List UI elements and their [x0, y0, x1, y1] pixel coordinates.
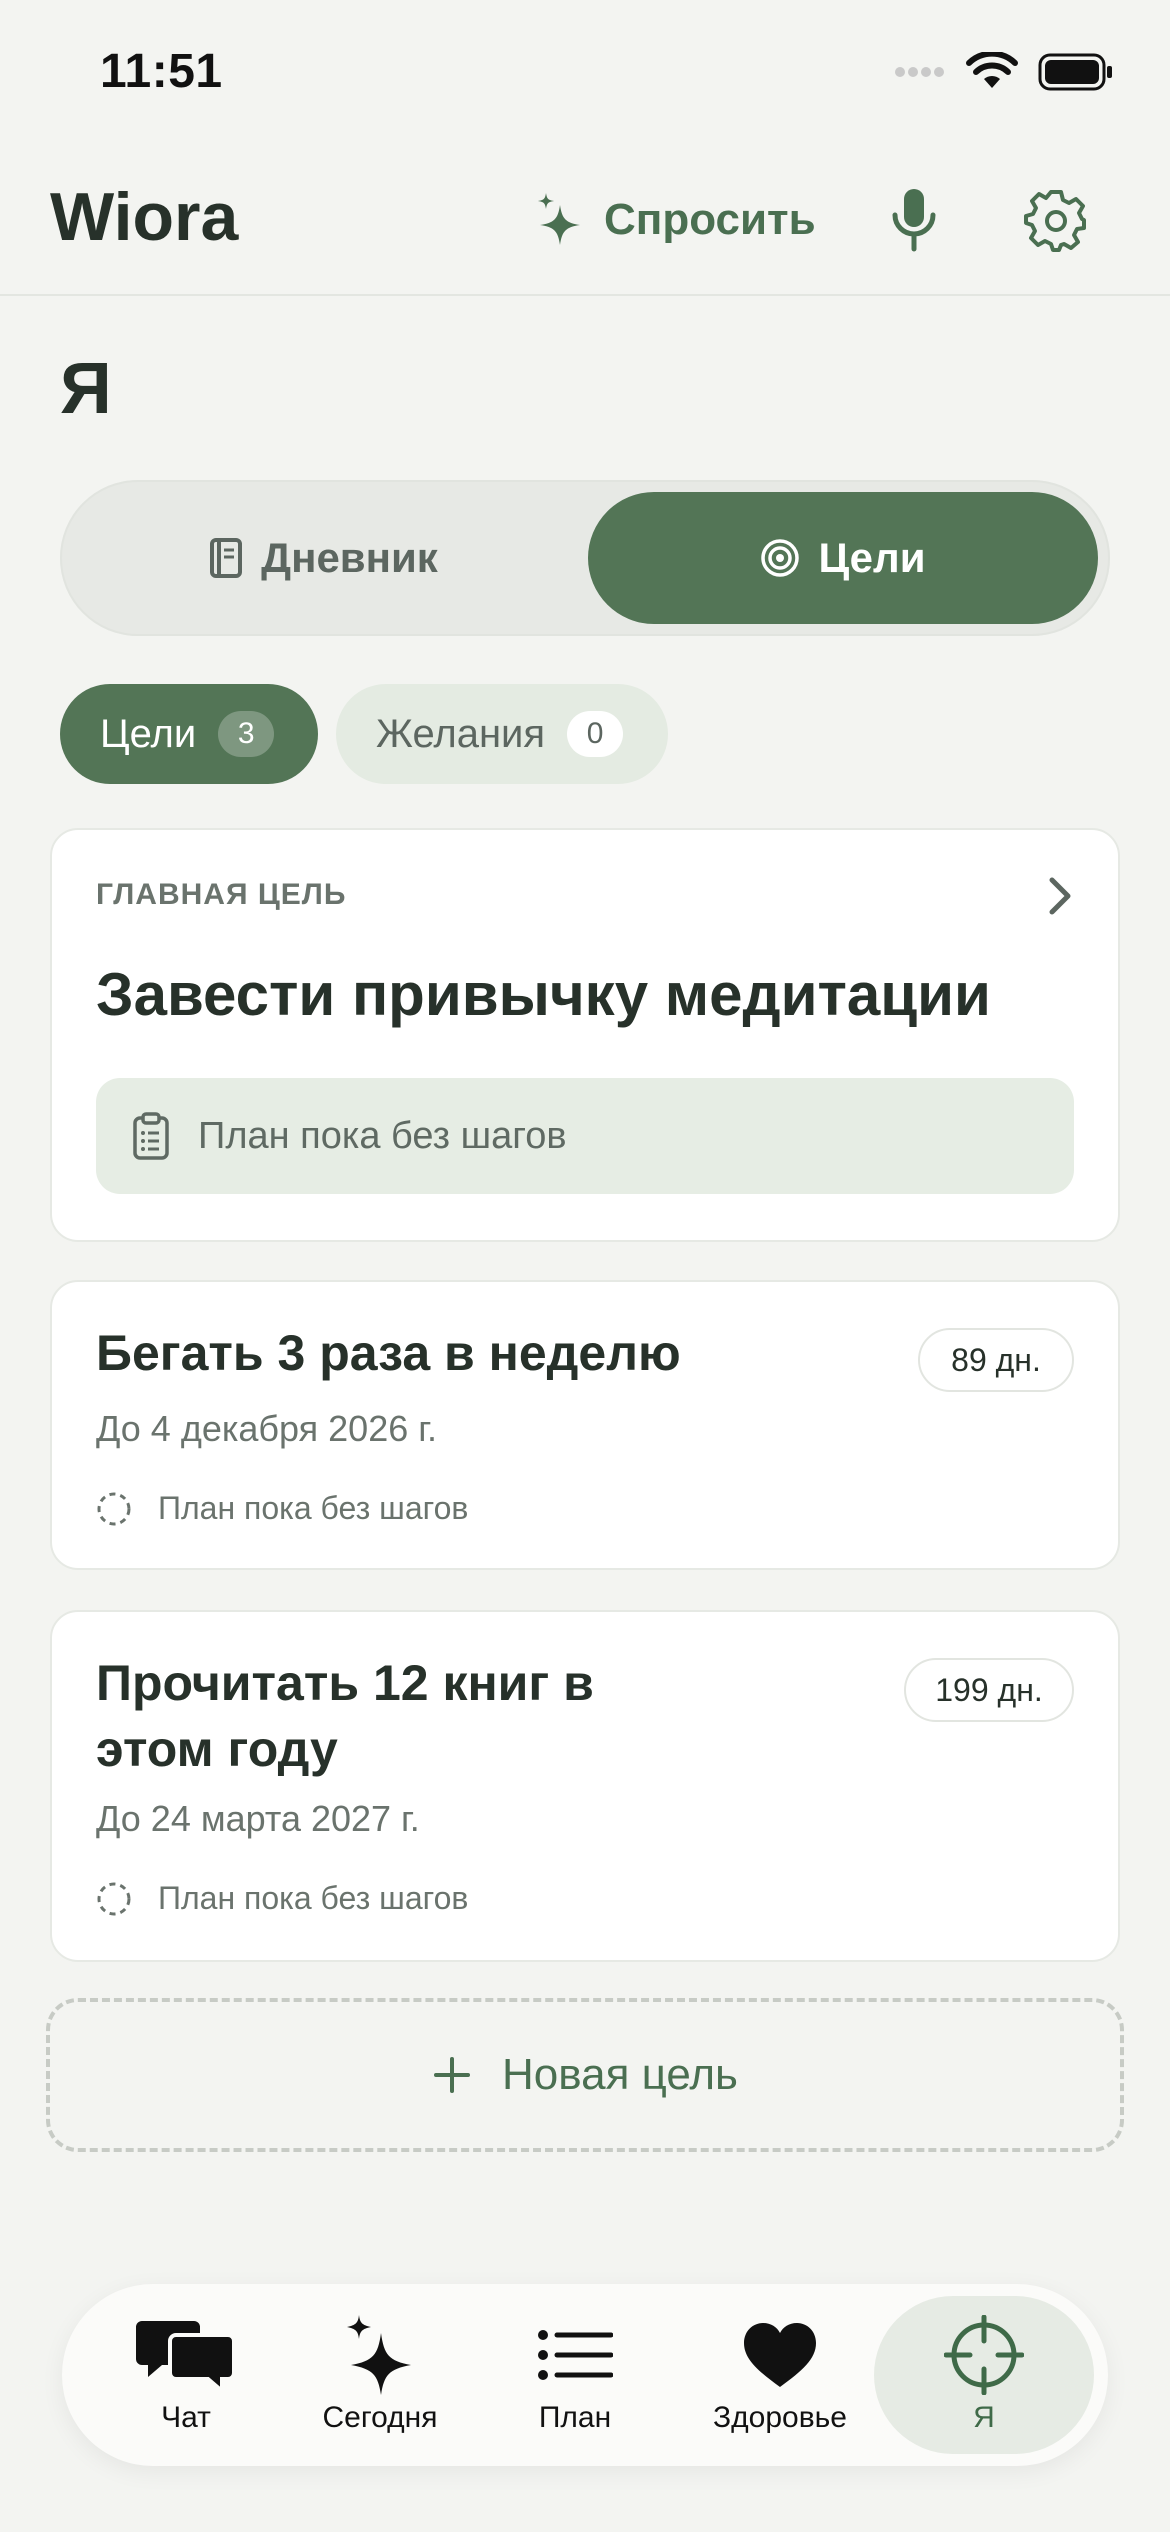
tab-chat-label: Чат: [161, 2401, 211, 2434]
chat-bubbles-icon: [136, 2321, 236, 2395]
ask-button[interactable]: Спросить: [538, 182, 816, 258]
target-icon: [761, 539, 800, 577]
new-goal-button[interactable]: Новая цель: [46, 1998, 1124, 2152]
chip-goals-count: 3: [218, 711, 275, 757]
main-goal-section-label: ГЛАВНАЯ ЦЕЛЬ: [96, 878, 347, 911]
days-left-badge: 199 дн.: [904, 1658, 1074, 1722]
settings-button[interactable]: [1018, 182, 1094, 258]
goal-title-line: этом году: [96, 1721, 338, 1777]
status-icons: [894, 52, 1114, 92]
chip-goals[interactable]: Цели 3: [60, 684, 318, 784]
segment-diary[interactable]: Дневник: [60, 480, 587, 636]
dashed-circle-icon: [97, 1492, 131, 1525]
battery-icon: [1038, 53, 1112, 91]
goal-title: Бегать 3 раза в неделю: [96, 1325, 681, 1381]
tab-today-label: Сегодня: [322, 2401, 438, 2434]
goal-plan-status: План пока без шагов: [96, 1490, 468, 1527]
new-goal-label: Новая цель: [502, 2050, 738, 2099]
main-goal-plan-text: План пока без шагов: [198, 1114, 567, 1157]
chip-wishes-label: Желания: [376, 711, 546, 756]
goal-plan-status: План пока без шагов: [96, 1880, 468, 1917]
chip-wishes[interactable]: Желания 0: [336, 684, 668, 784]
goal-title-line: Прочитать 12 книг в: [96, 1655, 594, 1711]
heart-icon: [744, 2323, 816, 2387]
main-goal-plan-box: План пока без шагов: [96, 1078, 1074, 1194]
segment-goals-label: Цели: [818, 534, 926, 581]
signal-icon: [895, 67, 944, 77]
chip-wishes-count: 0: [567, 711, 624, 757]
chip-goals-label: Цели: [100, 711, 197, 756]
goal-plan-text: План пока без шагов: [158, 1490, 469, 1526]
tab-health[interactable]: Здоровье: [696, 2284, 864, 2466]
tab-plan-label: План: [538, 2401, 612, 2434]
app-title: Wiora: [50, 179, 239, 255]
book-icon: [210, 538, 243, 578]
page-title: Я: [60, 349, 112, 429]
status-time: 11:51: [100, 45, 223, 98]
microphone-icon: [892, 189, 936, 252]
goal-deadline: До 4 декабря 2026 г.: [96, 1408, 437, 1449]
list-icon: [538, 2330, 613, 2380]
tab-me[interactable]: Я: [914, 2284, 1054, 2466]
tab-plan[interactable]: План: [510, 2284, 640, 2466]
goal-title: Прочитать 12 книг в этом году: [96, 1650, 594, 1782]
tab-chat[interactable]: Чат: [120, 2284, 252, 2466]
dashed-circle-icon: [97, 1882, 131, 1915]
main-goal-title: Завести привычку медитации: [96, 961, 991, 1028]
clipboard-icon: [133, 1112, 169, 1160]
goal-plan-text: План пока без шагов: [158, 1880, 469, 1916]
ask-button-label: Спросить: [604, 195, 816, 244]
crosshair-icon: [944, 2315, 1024, 2395]
tab-today[interactable]: Сегодня: [300, 2284, 460, 2466]
segment-goals[interactable]: Цели: [588, 492, 1098, 624]
sparkles-icon: [538, 193, 580, 245]
microphone-button[interactable]: [880, 182, 948, 258]
tab-health-label: Здоровье: [713, 2401, 847, 2434]
gear-icon: [1024, 190, 1086, 252]
wifi-icon: [966, 52, 1018, 88]
segment-diary-label: Дневник: [261, 534, 438, 581]
plus-icon: [434, 2057, 471, 2093]
goal-deadline: До 24 марта 2027 г.: [96, 1798, 420, 1839]
sparkles-icon: [347, 2315, 411, 2395]
days-left-badge: 89 дн.: [918, 1328, 1074, 1392]
chevron-right-icon[interactable]: [1040, 872, 1080, 920]
tab-me-label: Я: [973, 2401, 995, 2434]
